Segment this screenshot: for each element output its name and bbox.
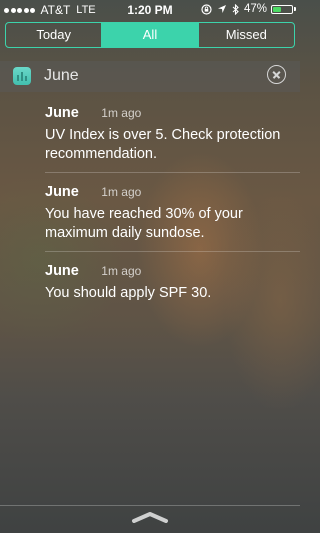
status-right: 47% bbox=[201, 3, 296, 15]
tab-all[interactable]: All bbox=[101, 23, 198, 47]
app-section-header: June bbox=[0, 61, 300, 92]
notification-tabs: Today All Missed bbox=[5, 22, 295, 48]
close-circle-icon[interactable] bbox=[267, 65, 286, 84]
notification-title: June bbox=[45, 105, 79, 121]
bottom-divider bbox=[0, 505, 300, 506]
divider bbox=[45, 251, 300, 252]
notification-title: June bbox=[45, 263, 79, 279]
app-name: June bbox=[44, 67, 79, 84]
notification-time: 1m ago bbox=[101, 185, 142, 199]
battery-tip bbox=[294, 7, 296, 11]
battery-fill bbox=[273, 6, 282, 12]
bluetooth-icon bbox=[232, 3, 239, 15]
notification-time: 1m ago bbox=[101, 106, 142, 120]
notification-item[interactable]: June 1m ago You should apply SPF 30. bbox=[45, 262, 300, 303]
notification-time: 1m ago bbox=[101, 264, 142, 278]
status-bar: AT&T LTE 1:20 PM 47% bbox=[0, 0, 300, 20]
lock-rotation-icon bbox=[201, 3, 212, 15]
june-app-icon bbox=[13, 67, 31, 85]
battery-percent: 47% bbox=[243, 3, 267, 15]
notification-body: You have reached 30% of your maximum dai… bbox=[45, 206, 243, 241]
battery-icon bbox=[271, 4, 293, 14]
notification-body: You should apply SPF 30. bbox=[45, 285, 212, 301]
notification-item[interactable]: June 1m ago UV Index is over 5. Check pr… bbox=[45, 104, 300, 164]
tab-today[interactable]: Today bbox=[6, 23, 101, 47]
chevron-up-handle-icon[interactable] bbox=[130, 511, 170, 523]
tab-missed[interactable]: Missed bbox=[197, 23, 294, 47]
location-icon bbox=[217, 5, 226, 13]
notification-title: June bbox=[45, 184, 79, 200]
divider bbox=[45, 172, 300, 173]
notification-item[interactable]: June 1m ago You have reached 30% of your… bbox=[45, 183, 300, 243]
notification-body: UV Index is over 5. Check protection rec… bbox=[45, 127, 281, 162]
